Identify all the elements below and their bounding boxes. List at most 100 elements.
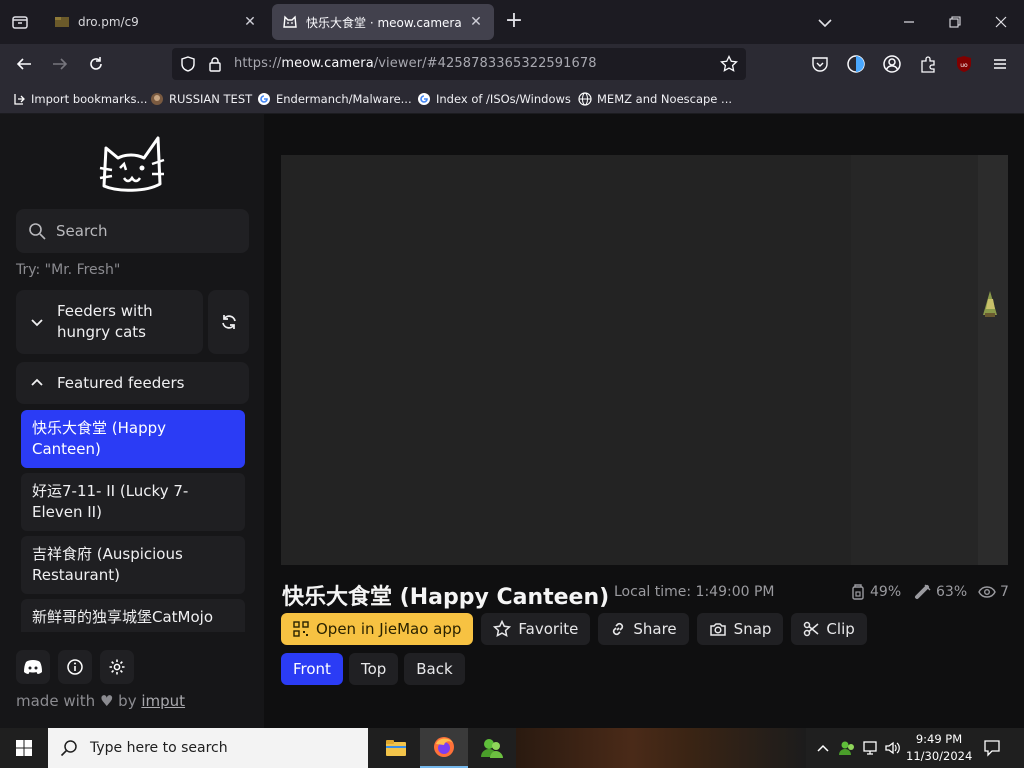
url-path: /viewer/#4258783365322591678: [373, 56, 597, 71]
sidebar-footer-icons: [16, 650, 134, 684]
tab-list-icon: [12, 16, 28, 29]
bookmark-isos[interactable]: Index of /ISOs/Windows: [417, 90, 571, 108]
clock-date: 11/30/2024: [906, 749, 973, 763]
list-item[interactable]: 好运7-11- II (Lucky 7-Eleven II): [21, 473, 245, 531]
view-front-button[interactable]: Front: [281, 653, 343, 685]
close-tab-icon[interactable]: ✕: [468, 14, 484, 30]
list-item[interactable]: 新鲜哥的独享城堡CatMojo: [21, 599, 245, 632]
restore-button[interactable]: [932, 6, 978, 38]
stream-shade: [851, 155, 978, 565]
button-label: Open in JieMao app: [316, 620, 462, 638]
network-button[interactable]: [860, 728, 882, 768]
tray-user-app[interactable]: [836, 728, 858, 768]
favorite-button[interactable]: Favorite: [481, 613, 591, 645]
bookmark-label: Index of /ISOs/Windows: [436, 92, 571, 106]
firefox-icon: [434, 737, 454, 757]
meow-camera-logo[interactable]: [96, 128, 168, 192]
chevron-down-icon: [31, 319, 43, 327]
list-item[interactable]: 吉祥食府 (Auspicious Restaurant): [21, 536, 245, 594]
hamburger-menu-icon: [994, 59, 1006, 69]
refresh-icon: [221, 315, 236, 329]
bookmark-russian-test[interactable]: RUSSIAN TEST: [150, 90, 252, 108]
viewer-actions: Open in JieMao app Favorite Share Snap C…: [281, 613, 867, 645]
folder-favicon-icon: [55, 17, 69, 27]
cat-favicon-icon: [283, 15, 297, 28]
bookmark-import[interactable]: Import bookmarks...: [12, 90, 147, 108]
link-icon: [613, 622, 624, 636]
account-icon: [883, 55, 901, 73]
account-button[interactable]: [878, 50, 906, 78]
bookmark-memz[interactable]: MEMZ and Noescape ...: [578, 90, 732, 108]
feeder-title: 快乐大食堂 (Happy Canteen): [282, 585, 610, 610]
tab-meow-camera[interactable]: 快乐大食堂 · meow.camera ✕: [272, 4, 494, 40]
bookmark-favicon: [151, 93, 163, 105]
refresh-button[interactable]: [208, 290, 249, 354]
volume-button[interactable]: [882, 728, 904, 768]
search-placeholder: Search: [56, 222, 108, 240]
address-bar[interactable]: https://meow.camera/viewer/#425878336532…: [172, 48, 746, 80]
tab-dro-pm[interactable]: dro.pm/c9 ✕: [44, 4, 268, 40]
reload-button[interactable]: [82, 50, 110, 78]
menu-button[interactable]: [986, 50, 1014, 78]
shield-icon[interactable]: [180, 56, 196, 72]
pocket-button[interactable]: [806, 50, 834, 78]
tab-title: 快乐大食堂 · meow.camera: [306, 15, 462, 30]
search-icon: [29, 223, 46, 240]
ublock-button[interactable]: uo: [950, 50, 978, 78]
settings-button[interactable]: [100, 650, 134, 684]
svg-text:uo: uo: [960, 62, 968, 69]
lock-icon[interactable]: [208, 56, 222, 72]
show-hidden-icons-button[interactable]: [812, 728, 834, 768]
button-label: Share: [633, 620, 677, 638]
bookmarks-toolbar: Import bookmarks... RUSSIAN TEST Enderma…: [0, 84, 1024, 114]
settings-icon: [109, 659, 125, 675]
back-button[interactable]: [10, 50, 38, 78]
button-label: Clip: [826, 620, 855, 638]
featured-feeders-section[interactable]: Featured feeders: [16, 362, 249, 404]
tab-list-button[interactable]: [6, 8, 34, 36]
view-back-button[interactable]: Back: [404, 653, 465, 685]
discord-icon: [24, 660, 42, 674]
open-in-app-button[interactable]: Open in JieMao app: [281, 613, 474, 645]
info-button[interactable]: [58, 650, 92, 684]
minimize-button[interactable]: [886, 6, 932, 38]
url-text[interactable]: https://meow.camera/viewer/#425878336532…: [234, 56, 597, 71]
imput-link[interactable]: imput: [141, 692, 185, 710]
search-input[interactable]: Search: [16, 209, 249, 253]
forward-button[interactable]: [46, 50, 74, 78]
bookmark-endermanch[interactable]: Endermanch/Malware...: [257, 90, 412, 108]
url-host: meow.camera: [281, 56, 374, 71]
close-window-button[interactable]: [978, 6, 1024, 38]
network-icon: [863, 741, 877, 755]
notifications-button[interactable]: [978, 728, 1006, 768]
close-tab-icon[interactable]: ✕: [242, 14, 258, 30]
messenger-app[interactable]: [468, 728, 516, 768]
clip-button[interactable]: Clip: [791, 613, 867, 645]
snap-button[interactable]: Snap: [696, 613, 784, 645]
taskbar-search-input[interactable]: Type here to search: [48, 728, 368, 768]
chevron-up-icon: [817, 744, 829, 752]
firefox-app[interactable]: [420, 728, 468, 768]
section-label: Feeders with hungry cats: [57, 302, 153, 341]
share-button[interactable]: Share: [598, 613, 689, 645]
vpn-button[interactable]: [842, 50, 870, 78]
qr-code-icon: [293, 621, 309, 637]
heart-icon: ♥: [99, 692, 114, 710]
speaker-icon: [885, 741, 900, 755]
list-all-tabs-button[interactable]: [814, 12, 836, 34]
new-tab-button[interactable]: +: [502, 10, 526, 34]
hungry-feeders-section[interactable]: Feeders with hungry cats: [16, 290, 203, 354]
globe-icon: [578, 92, 592, 106]
start-button[interactable]: [0, 728, 48, 768]
view-top-button[interactable]: Top: [348, 653, 399, 685]
camera-stream[interactable]: [281, 155, 1008, 565]
list-item[interactable]: 快乐大食堂 (Happy Canteen): [21, 410, 245, 468]
discord-button[interactable]: [16, 650, 50, 684]
taskbar-clock[interactable]: 9:49 PM 11/30/2024: [906, 731, 972, 765]
section-label: Featured feeders: [57, 374, 185, 392]
star-bookmark-icon[interactable]: [720, 55, 738, 73]
file-explorer-app[interactable]: [372, 728, 420, 768]
made-by-text: by: [118, 692, 137, 710]
button-label: Favorite: [518, 620, 579, 638]
extensions-button[interactable]: [914, 50, 942, 78]
